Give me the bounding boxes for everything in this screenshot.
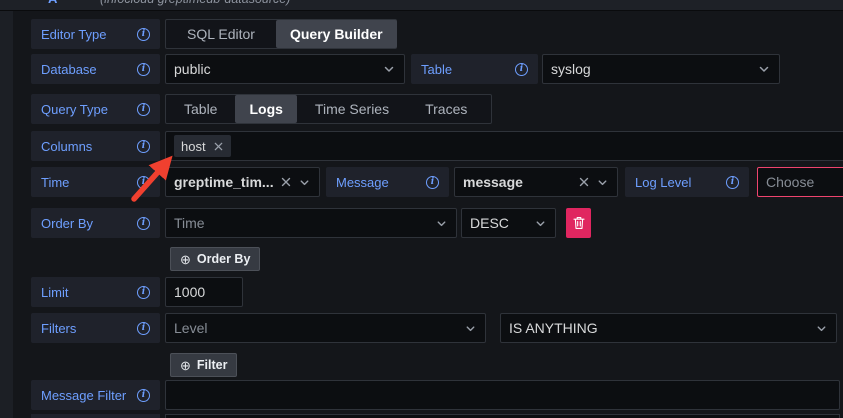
database-select[interactable]: public: [165, 54, 405, 84]
editor-type-label: Editor Type: [41, 27, 107, 42]
query-row-header[interactable]: A (infocloud greptimedb-datasource): [0, 0, 843, 11]
message-filter-input[interactable]: [165, 380, 840, 410]
order-by-column-placeholder: Time: [174, 215, 435, 231]
table-label: Table: [421, 62, 452, 77]
query-row-header-inner: A (infocloud greptimedb-datasource): [0, 0, 843, 11]
chevron-down-icon: [757, 62, 771, 76]
filter-field-select[interactable]: Level: [165, 313, 486, 343]
query-editor: A (infocloud greptimedb-datasource) Edit…: [0, 0, 843, 418]
add-order-by-label: Order By: [197, 252, 251, 266]
editor-type-segmented: SQL Editor Query Builder: [165, 19, 397, 49]
chevron-down-icon: [815, 322, 828, 335]
info-icon[interactable]: [137, 103, 150, 116]
message-filter-label: Message Filter: [41, 388, 126, 403]
log-level-label: Log Level: [635, 175, 691, 190]
chevron-down-icon: [298, 176, 311, 189]
segment-query-builder[interactable]: Query Builder: [276, 20, 397, 48]
radio-option-table[interactable]: Table: [166, 95, 235, 123]
column-tag-label: host: [181, 139, 206, 154]
database-value: public: [174, 61, 382, 77]
trash-icon: [573, 216, 585, 230]
database-label: Database: [41, 62, 97, 77]
limit-input[interactable]: 1000: [165, 277, 243, 307]
table-value: syslog: [551, 61, 757, 77]
filter-operator-value: IS ANYTHING: [509, 320, 815, 336]
segment-sql-editor[interactable]: SQL Editor: [166, 20, 276, 48]
message-field-label: Message: [326, 167, 449, 197]
add-order-by-button[interactable]: Order By: [170, 247, 260, 271]
info-icon[interactable]: [515, 63, 528, 76]
remove-tag-icon[interactable]: [213, 141, 224, 152]
info-icon[interactable]: [426, 176, 439, 189]
filters-label: Filters: [41, 321, 76, 336]
radio-option-traces[interactable]: Traces: [407, 95, 485, 123]
message-label: Message: [336, 175, 389, 190]
filters-field-label: Filters: [31, 313, 160, 343]
query-ref-letter: A: [48, 0, 57, 11]
info-icon[interactable]: [137, 28, 150, 41]
limit-value: 1000: [174, 284, 205, 300]
plus-circle-icon: [180, 359, 191, 372]
editor-type-field-label: Editor Type: [31, 19, 160, 49]
info-icon[interactable]: [137, 63, 150, 76]
query-type-radio-group: Table Logs Time Series Traces: [165, 94, 492, 124]
table-field-label: Table: [411, 54, 538, 84]
columns-label: Columns: [41, 139, 92, 154]
info-icon[interactable]: [137, 140, 150, 153]
info-icon[interactable]: [726, 176, 739, 189]
next-row-label-partial: [31, 414, 160, 418]
filter-operator-select[interactable]: IS ANYTHING: [500, 313, 837, 343]
order-by-field-label: Order By: [31, 208, 160, 238]
plus-circle-icon: [180, 253, 191, 266]
info-icon[interactable]: [137, 322, 150, 335]
info-icon[interactable]: [137, 217, 150, 230]
limit-field-label: Limit: [31, 277, 160, 307]
time-column-value: greptime_tim...: [174, 174, 280, 190]
message-filter-field-label: Message Filter: [31, 380, 160, 410]
log-level-select[interactable]: Choose: [757, 167, 843, 197]
message-column-select[interactable]: message: [454, 167, 618, 197]
remove-order-by-button[interactable]: [566, 208, 591, 238]
chevron-down-icon: [382, 62, 396, 76]
limit-label: Limit: [41, 285, 68, 300]
radio-option-time-series[interactable]: Time Series: [297, 95, 407, 123]
radio-option-logs[interactable]: Logs: [235, 95, 296, 123]
next-row-input-partial: [165, 414, 840, 418]
column-tag-host: host: [174, 135, 231, 157]
columns-input[interactable]: host: [165, 131, 843, 161]
info-icon[interactable]: [137, 389, 150, 402]
message-column-value: message: [463, 174, 578, 190]
database-field-label: Database: [31, 54, 160, 84]
order-by-label: Order By: [41, 216, 93, 231]
clear-value-icon[interactable]: [578, 176, 590, 188]
log-level-placeholder: Choose: [766, 174, 843, 190]
order-by-direction-value: DESC: [470, 215, 534, 231]
left-gutter: [0, 11, 13, 418]
log-level-field-label: Log Level: [625, 167, 749, 197]
datasource-name: (infocloud greptimedb-datasource): [100, 0, 290, 11]
query-type-field-label: Query Type: [31, 94, 160, 124]
info-icon[interactable]: [137, 176, 150, 189]
table-select[interactable]: syslog: [542, 54, 780, 84]
columns-field-label: Columns: [31, 131, 160, 161]
clear-value-icon[interactable]: [280, 176, 292, 188]
time-column-select[interactable]: greptime_tim...: [165, 167, 320, 197]
chevron-down-icon: [534, 217, 547, 230]
filter-field-placeholder: Level: [174, 320, 464, 336]
time-field-label: Time: [31, 167, 160, 197]
chevron-down-icon: [464, 322, 477, 335]
info-icon[interactable]: [137, 286, 150, 299]
order-by-column-select[interactable]: Time: [165, 208, 457, 238]
chevron-down-icon: [596, 176, 609, 189]
add-filter-button[interactable]: Filter: [170, 353, 237, 377]
order-by-direction-select[interactable]: DESC: [461, 208, 556, 238]
add-filter-label: Filter: [197, 358, 228, 372]
query-type-label: Query Type: [41, 102, 108, 117]
chevron-down-icon: [435, 217, 448, 230]
time-label: Time: [41, 175, 69, 190]
